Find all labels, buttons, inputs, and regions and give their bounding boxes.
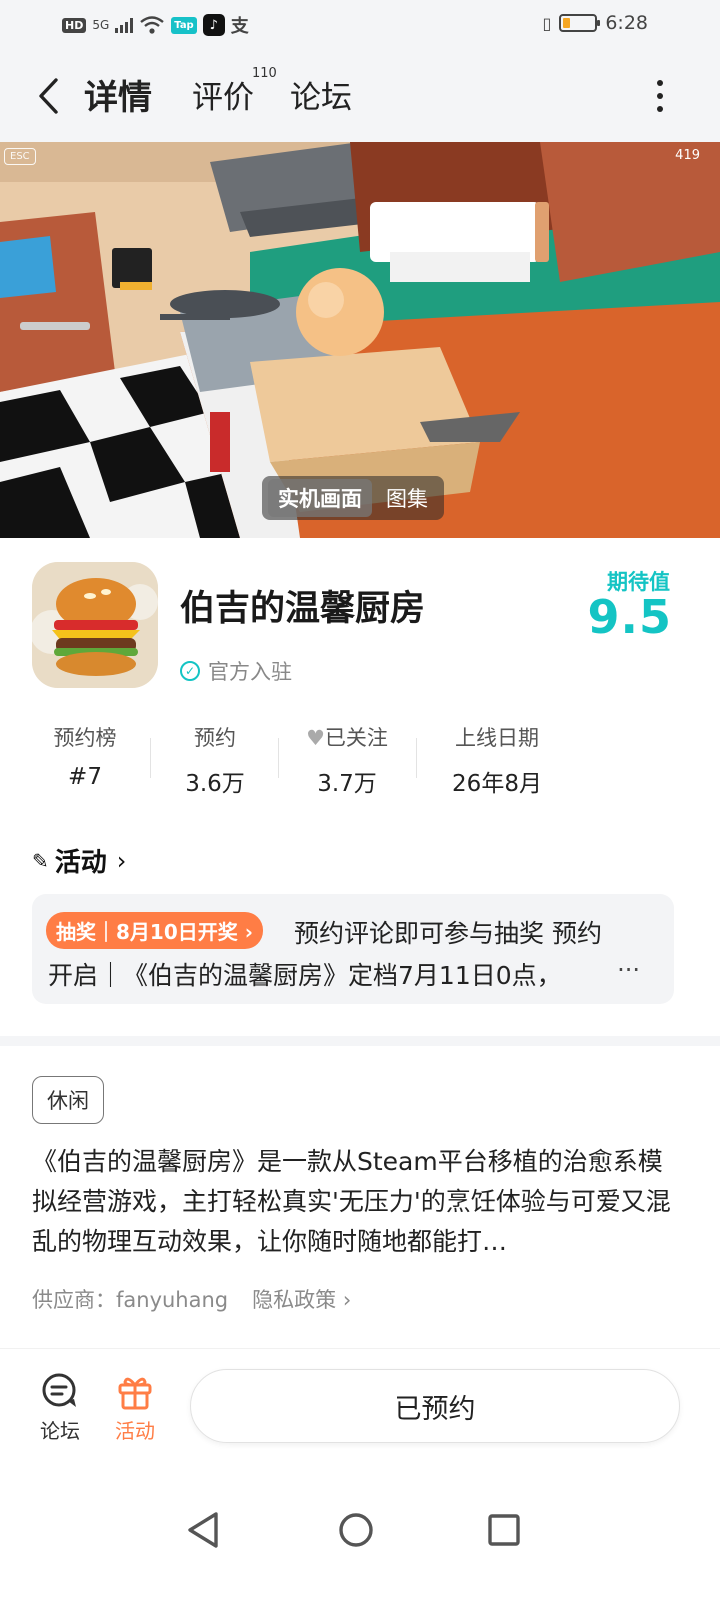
tab-gameplay-video[interactable]: 实机画面 — [268, 479, 372, 517]
stat-reservations: 预约 3.6万 — [150, 722, 280, 798]
gift-icon — [118, 1377, 152, 1410]
reserved-button[interactable]: 已预约 — [190, 1369, 680, 1443]
stat-label: ♥已关注 — [306, 726, 388, 750]
review-count-badge: 110 — [252, 66, 277, 81]
taptap-icon: Tap — [171, 16, 197, 34]
forum-button[interactable]: 论坛 — [30, 1371, 90, 1444]
nav-home-icon[interactable] — [334, 1508, 378, 1552]
nav-back-icon[interactable] — [182, 1508, 226, 1552]
official-badge: ✓ 官方入驻 — [180, 656, 292, 686]
more-ellipsis: ··· — [617, 956, 640, 984]
expectation-score: 9.5 — [587, 590, 672, 644]
divider — [416, 738, 417, 778]
top-navigation: 详情 评价 110 论坛 — [0, 48, 720, 142]
tab-review[interactable]: 评价 110 — [192, 66, 277, 117]
tab-detail-label: 详情 — [84, 78, 152, 118]
activity-card[interactable]: 抽奖｜8月10日开奖 › 预约评论即可参与抽奖 预约 开启｜《伯吉的温馨厨房》定… — [32, 894, 674, 1004]
burger-icon — [32, 562, 158, 688]
more-options-button[interactable] — [648, 78, 672, 114]
tab-forum[interactable]: 论坛 — [290, 72, 352, 117]
stat-label: 预约榜 — [53, 726, 117, 750]
system-navigation-bar — [0, 1460, 720, 1600]
forum-label: 论坛 — [40, 1419, 80, 1443]
game-title: 伯吉的温馨厨房 — [180, 589, 426, 629]
more-dot-icon — [657, 93, 663, 99]
hd-icon: HD — [62, 17, 87, 33]
alipay-icon: 支 — [230, 16, 249, 37]
genre-tag[interactable]: 休闲 — [32, 1076, 104, 1124]
status-icons-left: HD 5G Tap ♪ 支 — [62, 12, 249, 38]
activity-header[interactable]: ✎ 活动 › — [32, 842, 126, 879]
privacy-policy-link[interactable]: 隐私政策 › — [252, 1284, 351, 1314]
official-label: 官方入驻 — [208, 660, 292, 684]
stat-release-date: 上线日期 26年8月 — [432, 722, 562, 798]
supplier-text: 供应商：fanyuhang — [32, 1288, 229, 1312]
battery-icon — [559, 14, 601, 32]
section-divider — [0, 1036, 720, 1046]
activity-text-line2: 开启｜《伯吉的温馨厨房》定档7月11日0点， — [48, 961, 562, 990]
vibrate-icon: ▯ — [542, 13, 552, 33]
stat-value: 3.7万 — [317, 771, 377, 797]
stat-followers[interactable]: ♥已关注 3.7万 — [282, 722, 412, 798]
tab-detail[interactable]: 详情 — [80, 70, 156, 119]
activity-title: 活动 — [54, 848, 107, 878]
pin-icon: ✎ — [32, 848, 49, 873]
network-type: 5G — [92, 18, 110, 32]
nav-recents-icon[interactable] — [482, 1508, 526, 1552]
chevron-left-icon — [39, 78, 58, 114]
chat-bubble-icon — [42, 1373, 76, 1407]
more-dot-icon — [657, 106, 663, 112]
lottery-badge[interactable]: 抽奖｜8月10日开奖 › — [46, 912, 263, 949]
status-icons-right: ▯ 6:28 — [543, 12, 648, 34]
heart-icon: ♥ — [306, 726, 325, 750]
verified-check-icon: ✓ — [180, 661, 200, 681]
stat-label: 预约 — [194, 726, 236, 750]
clock: 6:28 — [605, 12, 648, 34]
more-dot-icon — [657, 80, 663, 86]
tiktok-icon: ♪ — [202, 14, 225, 36]
media-switch: 实机画面 图集 — [262, 476, 444, 520]
stat-label: 上线日期 — [455, 726, 539, 750]
status-bar: HD 5G Tap ♪ 支 ▯ 6:28 — [0, 0, 720, 48]
stat-value: #7 — [68, 764, 102, 790]
stat-rank[interactable]: 预约榜 #7 — [20, 722, 150, 790]
stat-value: 3.6万 — [185, 771, 245, 797]
bottom-action-bar: 论坛 活动 已预约 — [0, 1348, 720, 1460]
back-button[interactable] — [28, 73, 68, 119]
esc-button: ESC — [4, 148, 36, 165]
activity-button[interactable]: 活动 — [105, 1371, 165, 1444]
divider — [278, 738, 279, 778]
wifi-icon — [140, 16, 165, 34]
chevron-right-icon: › — [116, 846, 127, 875]
game-description[interactable]: 《伯吉的温馨厨房》是一款从Steam平台移植的治愈系模拟经营游戏，主打轻松真实'… — [32, 1142, 682, 1262]
coin-counter: 419 — [675, 148, 700, 163]
activity-label: 活动 — [115, 1419, 155, 1443]
signal-icon — [115, 17, 134, 33]
game-app-icon — [32, 562, 158, 688]
game-stats: 预约榜 #7 预约 3.6万 ♥已关注 3.7万 上线日期 26年8月 — [20, 722, 580, 800]
activity-text-line1: 预约评论即可参与抽奖 预约 — [294, 919, 602, 948]
tab-review-label: 评价 — [192, 80, 254, 116]
supplier-row: 供应商：fanyuhang 隐私政策 › — [32, 1284, 351, 1314]
tab-forum-label: 论坛 — [290, 80, 352, 116]
tab-gallery[interactable]: 图集 — [376, 479, 438, 517]
stat-value: 26年8月 — [452, 771, 542, 797]
